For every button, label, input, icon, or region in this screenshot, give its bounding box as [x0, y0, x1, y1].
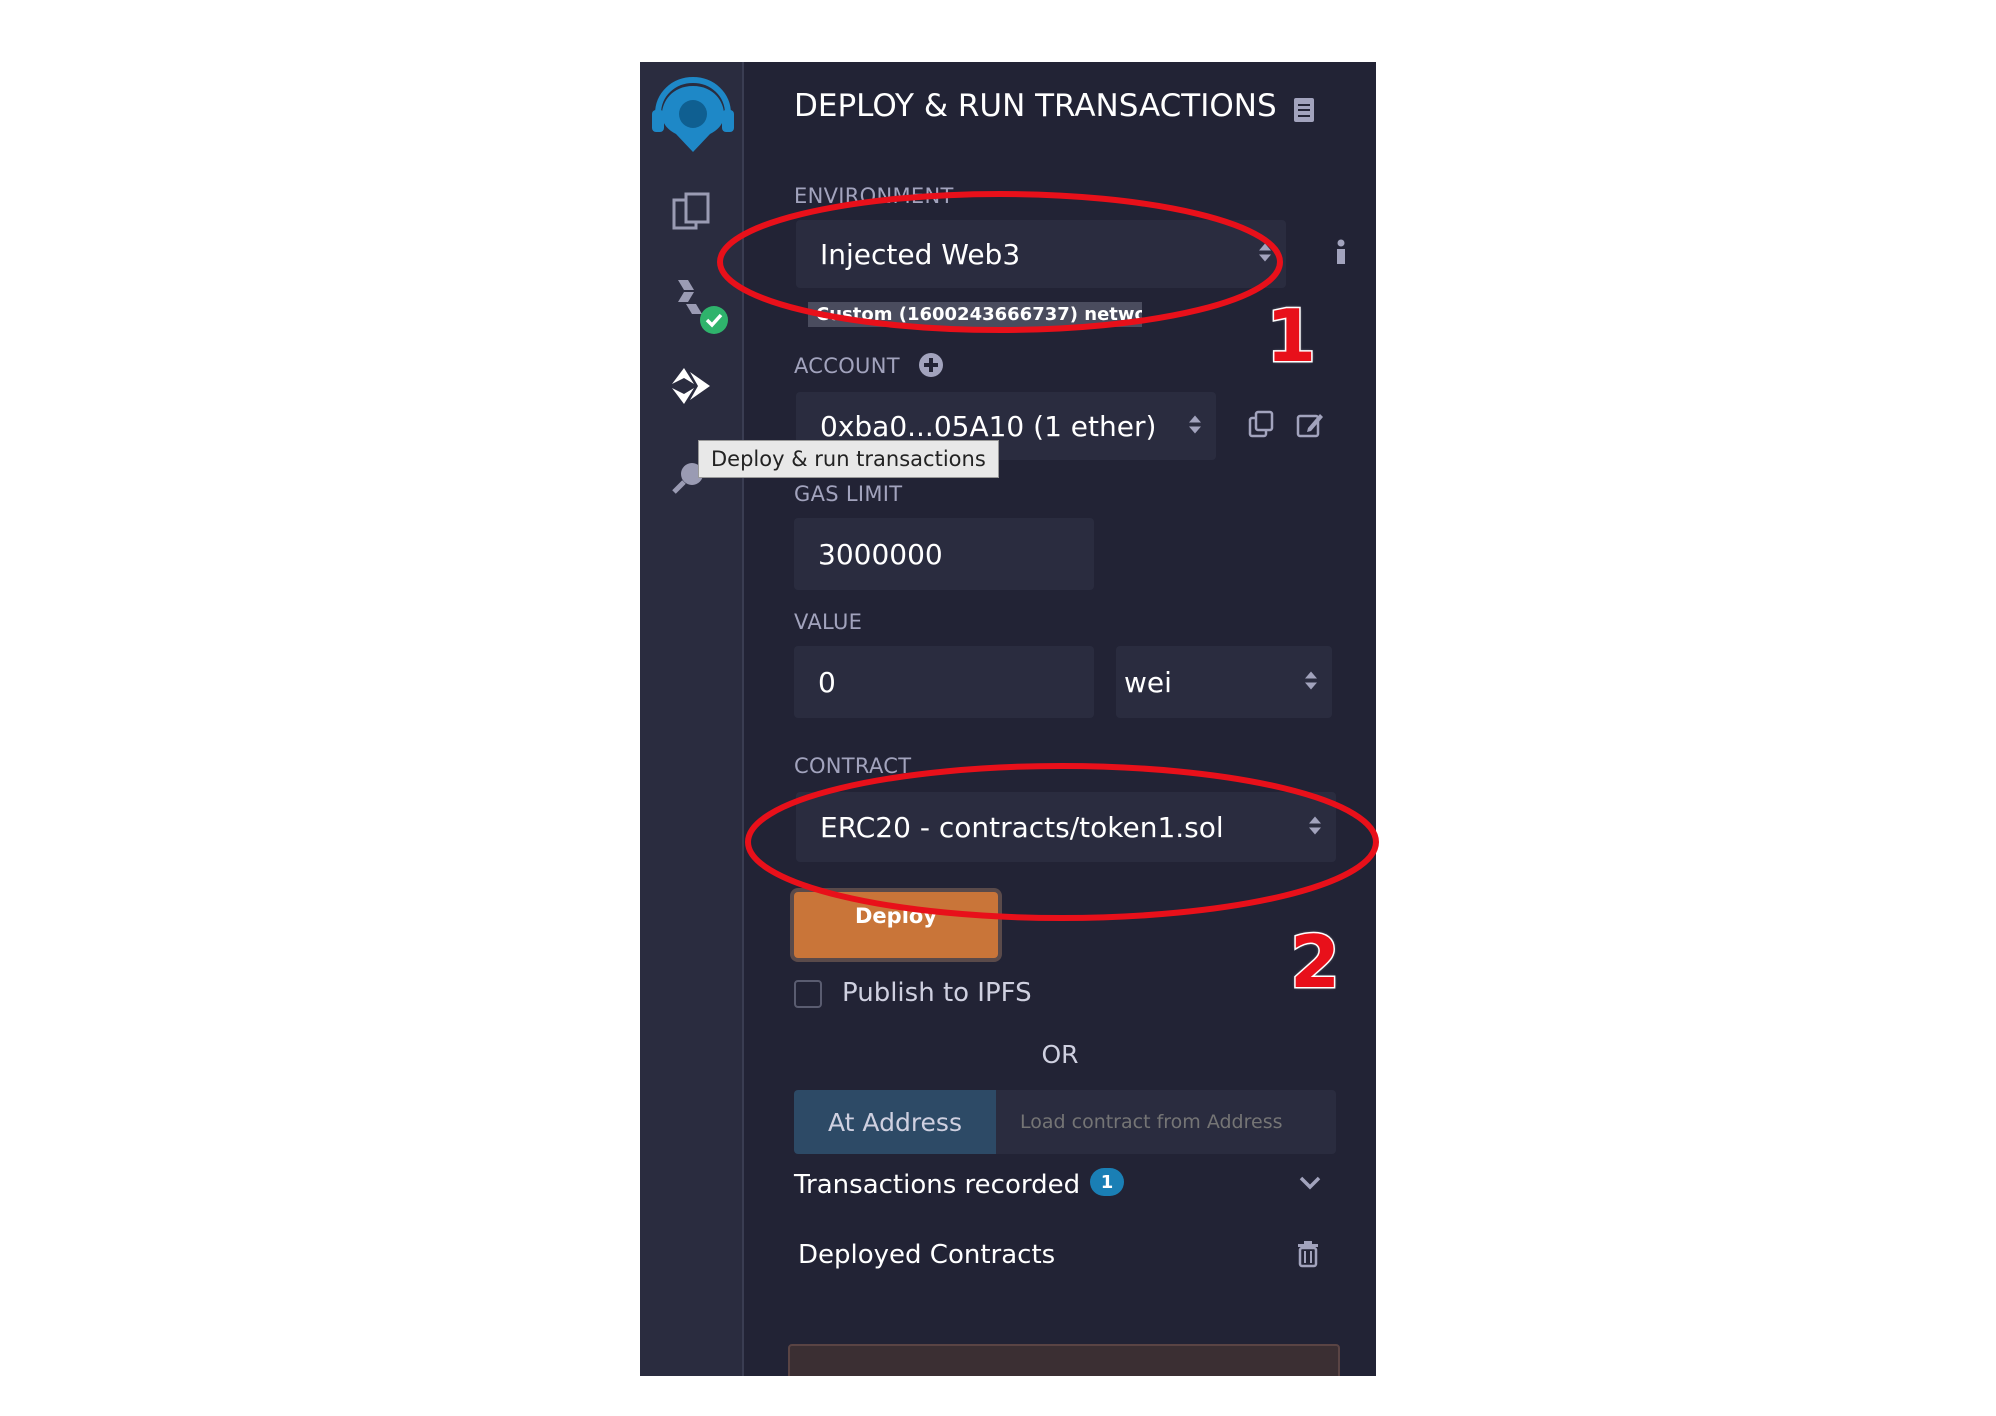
at-address-button[interactable]: At Address [794, 1090, 996, 1154]
select-arrows-icon [1304, 666, 1318, 699]
environment-label: ENVIRONMENT [794, 184, 954, 208]
account-label: ACCOUNT [794, 354, 900, 378]
deployed-contracts-label: Deployed Contracts [798, 1240, 1056, 1270]
value-label: VALUE [794, 610, 863, 634]
value-unit-select[interactable]: wei [1116, 646, 1332, 718]
annotation-marker-2: 2 [1288, 919, 1341, 1006]
panel-title: DEPLOY & RUN TRANSACTIONS [794, 88, 1277, 124]
or-divider: OR [1041, 1040, 1079, 1069]
account-value: 0xba0...05A10 (1 ether) [820, 409, 1157, 443]
transactions-recorded-label[interactable]: Transactions recorded [794, 1170, 1080, 1200]
remix-logo-icon[interactable] [650, 74, 736, 168]
annotation-marker-1: 1 [1264, 293, 1317, 380]
deployed-contracts-area [788, 1344, 1340, 1376]
file-explorers-icon[interactable] [670, 190, 714, 238]
environment-select[interactable]: Injected Web3 [796, 220, 1286, 288]
publish-ipfs-label: Publish to IPFS [842, 978, 1032, 1008]
contract-value: ERC20 - contracts/token1.sol [820, 810, 1224, 844]
chevron-down-icon[interactable] [1298, 1174, 1322, 1196]
add-account-icon[interactable] [918, 352, 944, 382]
documentation-icon[interactable] [1292, 96, 1316, 128]
icon-sidebar: Deploy & run transactions [640, 62, 999, 1376]
deploy-button[interactable]: Deploy [790, 888, 1002, 962]
transactions-count-badge: 1 [1090, 1168, 1124, 1196]
deploy-button-label: Deploy [794, 892, 998, 958]
select-arrows-icon [1258, 238, 1272, 271]
select-arrows-icon [1308, 811, 1322, 844]
deploy-run-panel: DEPLOY & RUN TRANSACTIONS ENVIRONMENT In… [744, 62, 1376, 1376]
gas-limit-value: 3000000 [818, 537, 943, 571]
contract-label: CONTRACT [794, 754, 912, 778]
value-value: 0 [818, 665, 836, 699]
value-unit: wei [1124, 665, 1172, 699]
select-arrows-icon [1188, 410, 1202, 443]
sidebar-tooltip: Deploy & run transactions [698, 440, 999, 478]
value-input[interactable]: 0 [794, 646, 1094, 718]
environment-info-icon[interactable] [1334, 238, 1348, 270]
solidity-compiler-icon[interactable] [670, 276, 734, 344]
environment-value: Injected Web3 [820, 237, 1021, 271]
publish-ipfs-checkbox[interactable] [794, 980, 822, 1008]
edit-icon[interactable] [1296, 410, 1324, 442]
copy-icon[interactable] [1248, 410, 1274, 442]
load-address-input[interactable] [996, 1090, 1336, 1154]
contract-select[interactable]: ERC20 - contracts/token1.sol [796, 792, 1336, 862]
deploy-run-icon[interactable] [668, 364, 714, 414]
gas-limit-input[interactable]: 3000000 [794, 518, 1094, 590]
gas-limit-label: GAS LIMIT [794, 482, 903, 506]
trash-icon[interactable] [1296, 1240, 1320, 1272]
network-badge: Custom (1600243666737) network [808, 302, 1142, 327]
remix-app: Deploy & run transactions DEPLOY & RUN T… [640, 62, 1376, 1376]
